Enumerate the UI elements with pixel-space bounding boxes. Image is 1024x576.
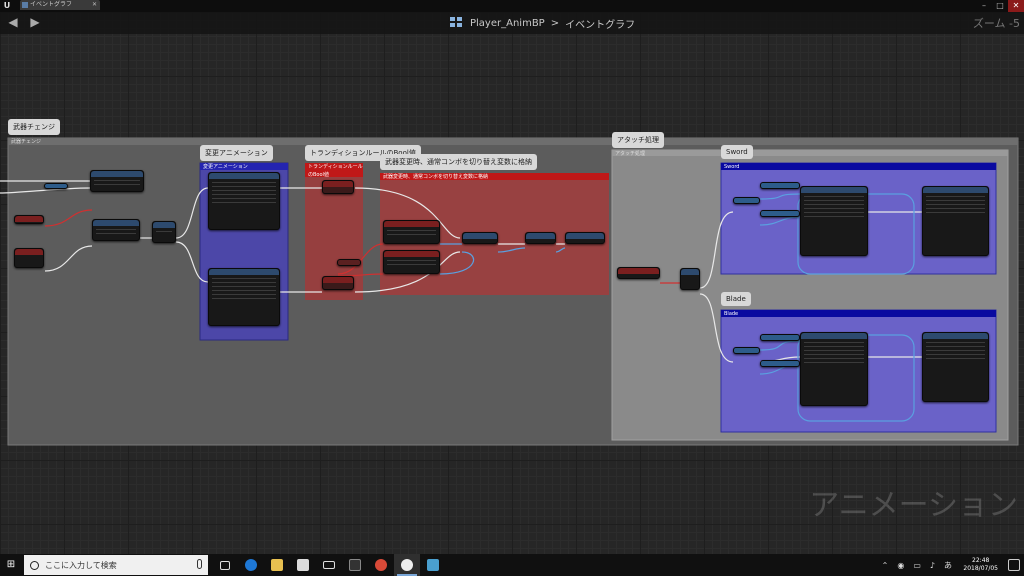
epic-launcher-icon[interactable] <box>342 554 368 576</box>
breadcrumb-graph: イベントグラフ <box>565 19 636 31</box>
set-variable-node[interactable] <box>565 232 605 244</box>
select-node[interactable] <box>383 220 440 244</box>
taskbar: ⊞ ここに入力して検索 ⌃ ◉ ▭ ♪ あ 22:48 2018/07/05 <box>0 554 1024 576</box>
close-window-button[interactable]: ✕ <box>1008 0 1024 12</box>
file-explorer-icon[interactable] <box>264 554 290 576</box>
breadcrumb-asset[interactable]: Player_AnimBP <box>470 18 545 29</box>
zoom-level: ズーム -5 <box>972 17 1020 30</box>
system-tray: ⌃ ◉ ▭ ♪ あ <box>882 554 952 576</box>
comment-weapon-change[interactable]: 武器チェンジ <box>8 119 60 135</box>
event-node[interactable] <box>14 215 44 224</box>
variable-node[interactable] <box>44 183 68 189</box>
windows-start-icon[interactable]: ⊞ <box>0 554 22 576</box>
set-variable-node[interactable] <box>462 232 498 244</box>
montage-play-node[interactable] <box>208 172 280 230</box>
task-view-icon[interactable] <box>212 554 238 576</box>
variable-node[interactable] <box>733 347 760 354</box>
switch-node[interactable] <box>680 268 700 290</box>
variable-node[interactable] <box>760 334 800 341</box>
microphone-icon[interactable] <box>197 559 202 569</box>
comment-store-combo[interactable]: 武器変更時、通常コンボを切り替え変数に格納 <box>380 154 537 170</box>
variable-node[interactable] <box>760 182 800 189</box>
comment-head-change-anim: 変更アニメーション <box>203 164 248 170</box>
comment-head-store: 武器変更時、通常コンボを切り替え変数に格納 <box>383 174 489 180</box>
mail-icon[interactable] <box>316 554 342 576</box>
comment-blade[interactable]: Blade <box>721 292 751 306</box>
blueprint-node[interactable] <box>92 219 140 241</box>
set-variable-node[interactable] <box>525 232 556 244</box>
comment-head-sword: Sword <box>724 164 740 170</box>
branch-node[interactable] <box>152 221 176 243</box>
tab-event-graph[interactable]: イベントグラフ ✕ <box>20 0 100 10</box>
comment-head-blade: Blade <box>724 311 739 317</box>
select-node[interactable] <box>383 250 440 274</box>
set-bool-node[interactable] <box>322 180 354 194</box>
ime-icon[interactable]: あ <box>944 560 952 571</box>
event-node[interactable] <box>14 248 44 268</box>
attach-component-node[interactable] <box>922 186 989 256</box>
chrome-icon[interactable] <box>368 554 394 576</box>
network-icon[interactable]: ◉ <box>897 561 904 570</box>
volume-icon[interactable]: ♪ <box>930 561 935 570</box>
edge-icon[interactable] <box>238 554 264 576</box>
maximize-button[interactable]: □ <box>992 0 1008 12</box>
graph-canvas[interactable]: 武器チェンジ 変更アニメーション トランディションルールのBool値 武器変更時… <box>0 12 1024 554</box>
clock[interactable]: 22:48 2018/07/05 <box>963 557 998 573</box>
attach-component-node[interactable] <box>922 332 989 402</box>
variable-node[interactable] <box>760 210 800 217</box>
unreal-engine-icon[interactable] <box>394 554 420 576</box>
graph-icon <box>22 2 28 8</box>
store-icon[interactable] <box>290 554 316 576</box>
title-bar: U イベントグラフ ✕ – □ ✕ <box>0 0 1024 12</box>
comment-attach[interactable]: アタッチ処理 <box>612 132 664 148</box>
comment-change-anim[interactable]: 変更アニメーション <box>200 145 273 161</box>
graph-header: ◀ ▶ Player_AnimBP > イベントグラフ ズーム -5 <box>0 12 1024 34</box>
close-icon[interactable]: ✕ <box>92 0 97 10</box>
minimize-button[interactable]: – <box>976 0 992 12</box>
comment-head-transition: トランディションルールのBool値 <box>308 164 363 178</box>
forward-arrow-icon[interactable]: ▶ <box>27 14 43 30</box>
attach-component-node[interactable] <box>800 186 868 256</box>
people-icon[interactable]: ⌃ <box>882 561 889 570</box>
chevron-right-icon: > <box>550 17 560 29</box>
comment-head-weapon-change: 武器チェンジ <box>11 139 42 145</box>
search-placeholder: ここに入力して検索 <box>45 560 117 570</box>
back-arrow-icon[interactable]: ◀ <box>5 14 21 30</box>
comment-head-attach: アタッチ処理 <box>615 151 646 157</box>
blueprint-node[interactable] <box>90 170 144 192</box>
battery-icon[interactable]: ▭ <box>913 561 921 570</box>
clock-time: 22:48 <box>972 557 990 564</box>
montage-play-node[interactable] <box>208 268 280 326</box>
app-icon[interactable] <box>420 554 446 576</box>
blueprint-icon <box>450 17 464 29</box>
graph-type-watermark: アニメーション <box>809 488 1018 523</box>
clock-date: 2018/07/05 <box>963 565 998 572</box>
search-box[interactable]: ここに入力して検索 <box>24 555 208 575</box>
event-node[interactable] <box>617 267 660 279</box>
notification-icon[interactable] <box>1008 559 1020 571</box>
attach-component-node[interactable] <box>800 332 868 406</box>
variable-node[interactable] <box>760 360 800 367</box>
breadcrumb: Player_AnimBP > イベントグラフ <box>450 15 635 31</box>
cortana-icon <box>30 560 39 570</box>
tab-label: イベントグラフ <box>30 1 73 8</box>
graph-drawing <box>0 137 1019 446</box>
variable-node[interactable] <box>733 197 760 204</box>
variable-node[interactable] <box>337 259 361 266</box>
unreal-logo-icon: U <box>3 1 11 10</box>
set-bool-node[interactable] <box>322 276 354 290</box>
